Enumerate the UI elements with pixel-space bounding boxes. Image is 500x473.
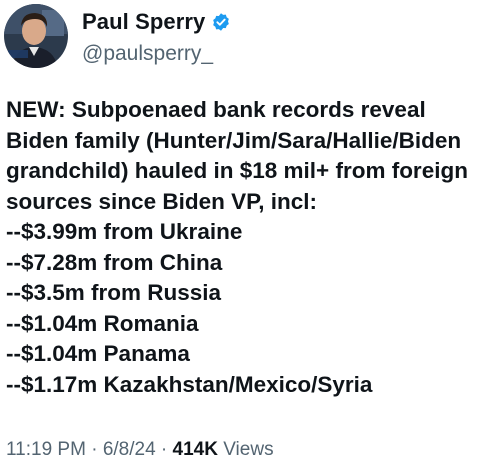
tweet-text-line: --$1.17m Kazakhstan/Mexico/Syria (6, 371, 373, 397)
tweet-text-line: NEW: Subpoenaed bank records reveal (6, 97, 426, 122)
meta-separator: · (155, 439, 173, 460)
tweet-text-line: --$3.5m from Russia (6, 280, 222, 305)
author-handle[interactable]: @paulsperry_ (82, 42, 231, 66)
tweet-header: Paul Sperry @paulsperry_ (4, 4, 231, 68)
tweet-date[interactable]: 6/8/24 (103, 439, 156, 460)
tweet-text-line: Biden family (Hunter/Jim/Sara/Hallie/Bid… (6, 127, 462, 153)
author-display-name[interactable]: Paul Sperry (82, 9, 205, 35)
tweet-text-line: --$1.04m Panama (6, 341, 190, 366)
tweet-time[interactable]: 11:19 PM (6, 439, 86, 460)
avatar[interactable] (4, 4, 68, 68)
views-label: Views (217, 439, 274, 460)
tweet-card: Paul Sperry @paulsperry_ NEW: Subpoenaed… (0, 0, 500, 473)
tweet-text: NEW: Subpoenaed bank records reveal Bide… (6, 95, 500, 400)
tweet-text-line: sources since Biden VP, incl: (6, 188, 317, 214)
meta-separator: · (85, 439, 103, 460)
tweet-text-line: --$7.28m from China (6, 249, 223, 275)
avatar-photo-icon (4, 4, 68, 68)
author-names: Paul Sperry @paulsperry_ (82, 8, 231, 66)
tweet-text-line: grandchild) hauled in $18 mil+ from fore… (6, 158, 468, 183)
name-row: Paul Sperry (82, 8, 231, 36)
tweet-text-line: --$3.99m from Ukraine (6, 219, 243, 244)
views-count[interactable]: 414K (173, 439, 218, 460)
tweet-meta: 11:19 PM · 6/8/24 · 414K Views (6, 439, 274, 461)
verified-badge-icon (211, 12, 231, 32)
tweet-text-line: --$1.04m Romania (6, 310, 199, 336)
